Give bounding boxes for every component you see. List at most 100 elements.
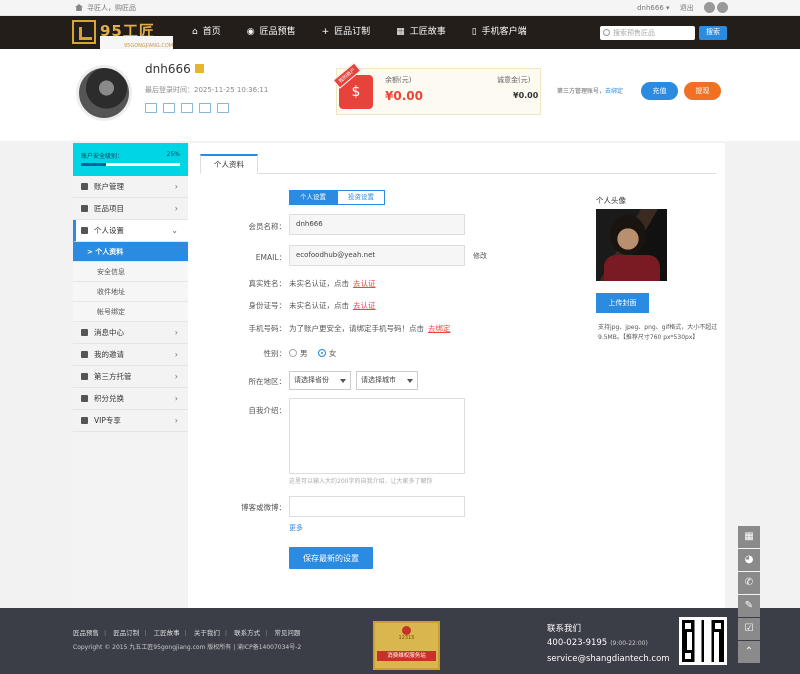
sidebar-item-invites[interactable]: 我的邀请 › xyxy=(73,344,188,366)
recharge-button[interactable]: 充值 xyxy=(641,82,678,100)
username: dnh666 xyxy=(145,62,204,76)
personal-settings-tab[interactable]: 个人设置 xyxy=(289,190,337,205)
sidebar-sub-profile[interactable]: > 个人资料 xyxy=(73,242,188,262)
search-icon xyxy=(603,29,610,36)
province-select[interactable]: 请选择省份 xyxy=(289,371,351,390)
avatar xyxy=(76,65,132,121)
user-menu[interactable]: dnh666 ▾ xyxy=(637,4,669,12)
home-icon[interactable] xyxy=(75,4,83,11)
sidebar-item-messages[interactable]: 消息中心 › xyxy=(73,322,188,344)
consumer-rights-certificate[interactable]: 12315 消费维权服务站 xyxy=(373,621,440,670)
blog-field[interactable] xyxy=(289,496,465,517)
settings-switch: 个人设置 投资设置 xyxy=(289,190,385,205)
nav-mobile-client[interactable]: ▯ 手机客户端 xyxy=(472,16,527,49)
heart-icon xyxy=(81,351,88,358)
investment-settings-tab[interactable]: 投资设置 xyxy=(337,190,385,205)
sidebar-item-account[interactable]: 账户管理 › xyxy=(73,176,188,198)
logo-mark-icon xyxy=(72,20,96,44)
withdraw-button[interactable]: 提现 xyxy=(684,82,721,100)
sidebar-item-projects[interactable]: 匠品项目 › xyxy=(73,198,188,220)
footer-link-about[interactable]: 关于我们 xyxy=(194,629,220,637)
contact-title: 联系我们 xyxy=(547,624,582,634)
tab-divider xyxy=(200,173,716,174)
balance-value: ¥0.00 xyxy=(385,89,423,103)
avatar-label: 个人头像 xyxy=(596,196,626,205)
phone-bind-link[interactable]: 去绑定 xyxy=(428,324,451,333)
mobile-verify-icon[interactable] xyxy=(145,103,157,113)
home-icon: ⌂ xyxy=(192,27,198,37)
phone-float-icon[interactable]: ✆ xyxy=(738,572,760,594)
logout-link[interactable]: 退出 xyxy=(680,4,694,12)
member-name-label: 会员名称： xyxy=(248,222,287,231)
eye-icon: ◉ xyxy=(246,27,255,37)
id-number-status: 未实名认证，点击 去认证 xyxy=(289,301,376,310)
footer: 匠品预售 | 匠品订制 | 工匠故事 | 关于我们 | 联系方式 | 常见问题 Copyr… xyxy=(0,608,800,674)
id-card-icon[interactable] xyxy=(163,103,175,113)
intro-hint: 这里可以输入大约200字的自我介绍，让大家多了解你 xyxy=(289,478,433,485)
city-select[interactable]: 请选择城市 xyxy=(356,371,418,390)
sidebar-item-vip[interactable]: VIP专享 › xyxy=(73,410,188,432)
nav-custom[interactable]: + 匠品订制 xyxy=(322,16,371,49)
back-to-top-icon[interactable]: ⌃ xyxy=(738,641,760,663)
safe-icon[interactable] xyxy=(217,103,229,113)
sidebar-sub-address[interactable]: 收件地址 xyxy=(73,282,188,302)
profile-content: 个人资料 个人设置 投资设置 会员名称： dnh666 EMAIL： ecofo… xyxy=(188,143,725,608)
real-name-status: 未实名认证，点击 去认证 xyxy=(289,279,376,288)
checkbox-float-icon[interactable]: ☑ xyxy=(738,618,760,640)
copyright: Copyright © 2015 九五工匠95gongjiang.com 版权所… xyxy=(73,644,302,651)
security-level: 账户安全级别： 25% xyxy=(73,143,188,176)
upload-tip: 支持jpg、jpeg、png、gif格式，大小不超过9.5MB。【推荐尺寸760… xyxy=(598,324,718,341)
nav-home[interactable]: ⌂ 首页 xyxy=(192,16,221,49)
upload-cover-button[interactable]: 上传封面 xyxy=(596,293,649,313)
footer-link-custom[interactable]: 匠品订制 xyxy=(113,629,139,637)
floating-toolbar: ▦ ◕ ✆ ✎ ☑ ⌃ xyxy=(738,526,761,664)
real-name-verify-link[interactable]: 去认证 xyxy=(353,279,376,288)
search-input[interactable]: 搜索预售匠品 xyxy=(600,26,695,40)
wallet-panel: $ 我的账户 余额(元) ¥0.00 诚意金(元) ¥0.00 xyxy=(332,62,541,115)
nav-stories[interactable]: ▦ 工匠故事 xyxy=(396,16,446,49)
vip-badge-icon xyxy=(194,64,204,73)
more-link[interactable]: 更多 xyxy=(289,523,303,533)
mail-icon xyxy=(81,329,88,336)
footer-link-contact[interactable]: 联系方式 xyxy=(234,629,260,637)
seal-icon xyxy=(402,626,411,635)
intro-textarea[interactable] xyxy=(289,398,465,474)
database-icon xyxy=(81,373,88,380)
grid-icon: ▦ xyxy=(396,27,405,37)
email-verify-icon[interactable] xyxy=(181,103,193,113)
coin-icon xyxy=(81,395,88,402)
member-name-field[interactable]: dnh666 xyxy=(289,214,465,235)
intro-label: 自我介绍： xyxy=(248,406,287,415)
bind-third-party-link[interactable]: 去绑定 xyxy=(605,88,623,95)
sidebar-sub-security[interactable]: 安全信息 xyxy=(73,262,188,282)
footer-link-presale[interactable]: 匠品预售 xyxy=(73,629,99,637)
qq-float-icon[interactable]: ◕ xyxy=(738,549,760,571)
phone-label: 手机号码： xyxy=(248,324,287,333)
tab-profile[interactable]: 个人资料 xyxy=(200,154,258,174)
main-nav: 95工匠 95GONGJIANG.COM ⌂ 首页 ◉ 匠品预售 + 匠品订制 ▦ 工匠… xyxy=(0,16,800,56)
footer-link-stories[interactable]: 工匠故事 xyxy=(154,629,180,637)
gender-male-radio[interactable] xyxy=(289,349,297,357)
sidebar-item-escrow[interactable]: 第三方托管 › xyxy=(73,366,188,388)
wechat-icon[interactable] xyxy=(704,2,715,13)
weibo-icon[interactable] xyxy=(717,2,728,13)
id-verify-link[interactable]: 去认证 xyxy=(353,301,376,310)
qr-float-icon[interactable]: ▦ xyxy=(738,526,760,548)
sidebar-item-personal-settings[interactable]: 个人设置 ⌄ xyxy=(73,220,188,242)
gender-label: 性别： xyxy=(263,349,287,358)
search-button[interactable]: 搜索 xyxy=(699,26,727,40)
region-label: 所在地区： xyxy=(248,377,287,386)
email-modify-link[interactable]: 修改 xyxy=(473,251,487,261)
save-settings-button[interactable]: 保存最新的设置 xyxy=(289,547,373,569)
bank-card-icon[interactable] xyxy=(199,103,211,113)
email-field[interactable]: ecofoodhub@yeah.net xyxy=(289,245,465,266)
top-bar: 寻匠人，购匠品 dnh666 ▾ 退出 xyxy=(0,0,800,16)
edit-float-icon[interactable]: ✎ xyxy=(738,595,760,617)
sidebar-sub-binding[interactable]: 帐号绑定 xyxy=(73,302,188,322)
nav-presale[interactable]: ◉ 匠品预售 xyxy=(247,16,296,49)
profile-header: dnh666 最后登录时间：2025-11-25 10:36:11 $ 我的账户… xyxy=(0,49,800,141)
footer-link-faq[interactable]: 常见问题 xyxy=(274,629,300,637)
gender-female-radio[interactable] xyxy=(317,349,326,357)
site-logo[interactable]: 95工匠 95GONGJIANG.COM xyxy=(72,20,174,56)
sidebar-item-points[interactable]: 积分兑换 › xyxy=(73,388,188,410)
